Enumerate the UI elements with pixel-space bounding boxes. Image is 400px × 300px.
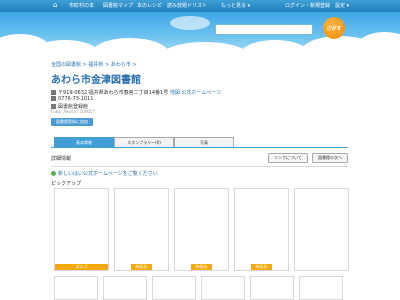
system-id: Fukui_Awara / 100057 [51,109,96,114]
tab-stamp-rally[interactable]: スタンプラリー(0) [114,137,174,147]
home-icon[interactable]: ⌂ [53,1,57,9]
nav-item-more[interactable]: もっと見る ▾ [221,2,250,9]
address-icon [51,90,56,95]
details-title: 詳細情報 [51,156,72,162]
tab-photos[interactable]: 写真 [174,137,234,147]
card-badge: 映画化 [251,264,272,270]
tab-bar: 基本情報 スタンプラリー(0) 写真 [51,137,348,148]
homepage-note-link[interactable]: 新しいはい公式ホームページをご覧ください [58,171,158,177]
nav-item-login[interactable]: ログイン・新規登録 [285,2,330,9]
pickup-card[interactable] [103,276,147,300]
page-title: あわら市金津図書館 [51,75,141,86]
card-badge: ほるぷ [55,264,108,270]
pickup-card[interactable]: 映画化 [114,188,169,271]
card-badge: 映画化 [131,264,152,270]
phone-icon [51,96,56,101]
search-input[interactable] [215,24,313,35]
pickup-title: ピックアップ [51,181,82,187]
top-nav-bar: ⌂ 市町村の本 図書館マップ 本のレシピ 読み放題ドリスト もっと見る ▾ ログ… [0,0,400,12]
nav-item-library-map[interactable]: 図書館マップ [103,2,133,9]
nav-item-reading-list[interactable]: 読み放題ドリスト [167,2,207,9]
cloud-decoration [90,38,170,52]
nav-item-book-recipes[interactable]: 本のレシピ [137,2,162,9]
cloud-decoration [160,42,250,52]
card-badge: 映画化 [191,264,212,270]
search-button[interactable]: さがす [323,17,345,39]
link-info-button[interactable]: リンクについて [268,153,308,163]
phone-text: 0776-73-1011 [58,96,94,102]
pickup-card[interactable]: 映画化 [234,188,289,271]
pickup-card[interactable] [250,276,294,300]
pickup-card[interactable] [299,276,343,300]
phone-line: 0776-73-1011 [51,96,93,102]
pickup-card[interactable] [201,276,245,300]
pickup-card[interactable]: 映画化 [174,188,229,271]
pickup-card[interactable] [152,276,196,300]
homepage-link[interactable]: 公式ホームページ [181,90,221,96]
nav-item-settings[interactable]: 設定 ▾ [335,2,349,9]
nav-item-local-books[interactable]: 市町村の本 [69,2,94,9]
pickup-card[interactable] [54,276,98,300]
tab-basic-info[interactable]: 基本情報 [54,137,114,147]
homepage-note-line: 新しいはい公式ホームページをご覧ください [51,170,158,177]
pickup-card[interactable] [294,188,349,271]
next-library-button[interactable]: 図書館の次へ [312,153,348,163]
add-to-list-button[interactable]: 図書館登録に追加 [51,118,93,126]
cloud-decoration [355,32,400,52]
map-link[interactable]: 地図 [170,90,180,96]
globe-icon [51,171,56,176]
breadcrumb[interactable]: 全国の図書館 > 福井県 > あわら市 > [51,61,137,68]
address-line: 〒919-0632 福井県あわら市春宮二丁目14番1号 地図 公式ホームページ [51,89,221,96]
cloud-decoration [170,16,210,30]
pickup-card[interactable]: ほるぷ [54,188,109,271]
divider [51,166,348,167]
